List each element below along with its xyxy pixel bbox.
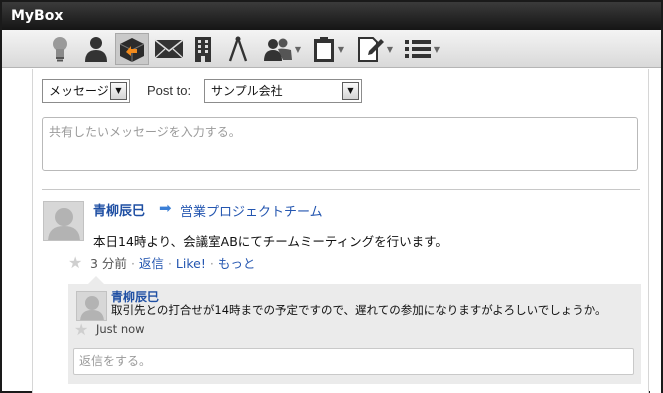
toolbar: ▼ ▼ ▼ ▼: [2, 30, 661, 68]
separator: ·: [130, 256, 135, 271]
like-link[interactable]: Like!: [176, 256, 206, 271]
divider: [42, 189, 640, 190]
comment-pointer: [88, 276, 104, 284]
avatar[interactable]: [43, 201, 84, 241]
chevron-down-icon: ▼: [386, 44, 394, 54]
chevron-down-icon: ▼: [294, 44, 302, 54]
group-icon[interactable]: ▼: [260, 33, 304, 65]
mail-icon[interactable]: [152, 33, 186, 65]
star-icon[interactable]: ★: [74, 322, 88, 338]
person-icon[interactable]: [80, 33, 112, 65]
post-to-select[interactable]: サンプル会社 ▼: [204, 79, 362, 103]
chevron-down-icon[interactable]: ▼: [110, 82, 127, 100]
post-message: 本日14時より、会議室ABにてチームミーティングを行います。: [93, 234, 448, 249]
message-type-value: メッセージ: [49, 84, 109, 98]
reply-link[interactable]: 返信: [139, 256, 164, 271]
post-meta: 3 分前 · 返信 · Like! · もっと: [90, 253, 255, 272]
edit-icon[interactable]: ▼: [354, 33, 396, 65]
star-icon[interactable]: ★: [68, 255, 82, 271]
post-author[interactable]: 青柳辰巳: [93, 200, 145, 219]
chevron-down-icon[interactable]: ▼: [342, 82, 359, 100]
comment-time: Just now: [96, 322, 145, 336]
post-to-value: サンプル会社: [211, 84, 283, 98]
compass-icon[interactable]: [225, 33, 251, 65]
more-link[interactable]: もっと: [218, 256, 256, 271]
box-icon[interactable]: [115, 33, 149, 65]
message-input[interactable]: 共有したいメッセージを入力する。: [42, 117, 638, 171]
reply-input[interactable]: 返信をする。: [73, 348, 634, 375]
list-icon[interactable]: ▼: [400, 33, 444, 65]
avatar[interactable]: [76, 291, 107, 321]
post-time: 3 分前: [90, 256, 127, 271]
post-to-label: Post to:: [147, 83, 192, 98]
right-gutter: [650, 69, 661, 393]
comment-message: 取引先との打合せが14時までの予定ですので、遅れての参加になりますがよろしいでし…: [111, 303, 607, 317]
app-title: MyBox: [2, 2, 661, 30]
lightbulb-icon[interactable]: [46, 33, 74, 65]
separator: ·: [167, 256, 172, 271]
app-window: MyBox ▼ ▼ ▼ ▼ メッセージ ▼ Post to: サンプル会社 ▼ …: [0, 0, 663, 393]
building-icon[interactable]: [190, 33, 216, 65]
arrow-right-icon: ➡: [159, 199, 172, 217]
message-type-select[interactable]: メッセージ ▼: [42, 79, 130, 103]
clipboard-icon[interactable]: ▼: [308, 33, 348, 65]
chevron-down-icon: ▼: [337, 44, 345, 54]
separator: ·: [209, 256, 214, 271]
post-target[interactable]: 営業プロジェクトチーム: [180, 201, 323, 220]
chevron-down-icon: ▼: [433, 44, 441, 54]
